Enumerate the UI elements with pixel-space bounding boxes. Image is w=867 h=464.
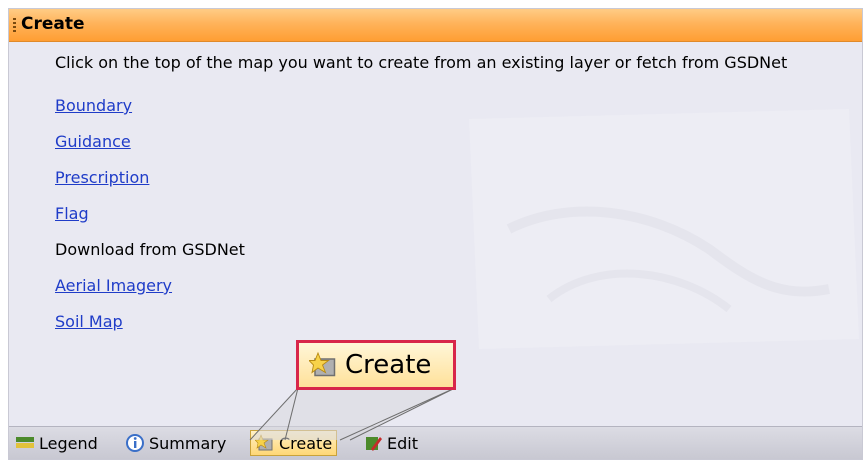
guidance-link[interactable]: Guidance — [55, 132, 131, 151]
create-panel: Create Click on the top of the map you w… — [8, 8, 863, 460]
tab-legend[interactable]: Legend — [11, 430, 102, 456]
panel-title: Create — [21, 14, 85, 34]
info-icon — [125, 433, 145, 453]
flag-link[interactable]: Flag — [55, 204, 89, 223]
tab-edit-label: Edit — [387, 433, 418, 453]
callout-label: Create — [345, 350, 432, 380]
tab-legend-label: Legend — [39, 433, 98, 453]
prescription-link[interactable]: Prescription — [55, 168, 149, 187]
drag-grip-icon[interactable] — [13, 18, 16, 34]
tab-summary[interactable]: Summary — [121, 430, 230, 456]
map-watermark-icon — [469, 109, 859, 349]
tab-summary-label: Summary — [149, 433, 227, 453]
legend-icon — [15, 433, 35, 453]
create-icon — [254, 433, 275, 453]
panel-header: Create — [9, 9, 862, 42]
edit-icon — [363, 433, 383, 453]
download-heading: Download from GSDNet — [55, 240, 245, 259]
soil-map-link[interactable]: Soil Map — [55, 312, 123, 331]
create-callout: Create — [296, 340, 456, 390]
tab-create-label: Create — [279, 433, 333, 453]
tab-edit[interactable]: Edit — [359, 430, 422, 456]
instructions-text: Click on the top of the map you want to … — [55, 53, 788, 72]
create-icon — [307, 350, 339, 380]
boundary-link[interactable]: Boundary — [55, 96, 132, 115]
aerial-imagery-link[interactable]: Aerial Imagery — [55, 276, 172, 295]
tab-create[interactable]: Create — [250, 430, 338, 456]
tab-bar: Legend Summary Create Edit — [9, 426, 862, 459]
